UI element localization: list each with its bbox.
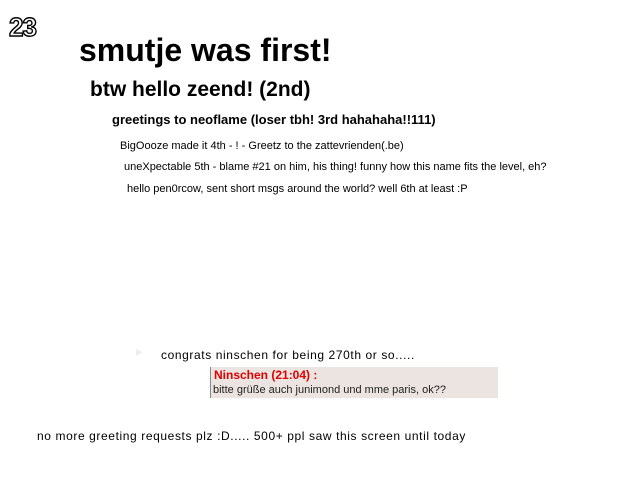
greeting-line-6: hello pen0rcow, sent short msgs around t… xyxy=(127,183,468,195)
footer-note: no more greeting requests plz :D..... 50… xyxy=(37,429,466,443)
chat-message-box: Ninschen (21:04) : bitte grüße auch juni… xyxy=(210,367,498,398)
greeting-line-2: btw hello zeend! (2nd) xyxy=(90,78,311,101)
greeting-line-4: BigOooze made it 4th - ! - Greetz to the… xyxy=(120,140,404,152)
level-number: 23 xyxy=(8,12,37,42)
chat-text: bitte grüße auch junimond und mme paris,… xyxy=(213,384,446,396)
greeting-line-5: uneXpectable 5th - blame #21 on him, his… xyxy=(124,161,547,173)
congrats-text: congrats ninschen for being 270th or so.… xyxy=(161,348,415,362)
chat-author: Ninschen (21:04) : xyxy=(214,368,318,382)
greeting-line-1: smutje was first! xyxy=(79,32,332,68)
greeting-line-3: greetings to neoflame (loser tbh! 3rd ha… xyxy=(112,112,436,127)
faint-marker: ▸ xyxy=(136,343,144,359)
